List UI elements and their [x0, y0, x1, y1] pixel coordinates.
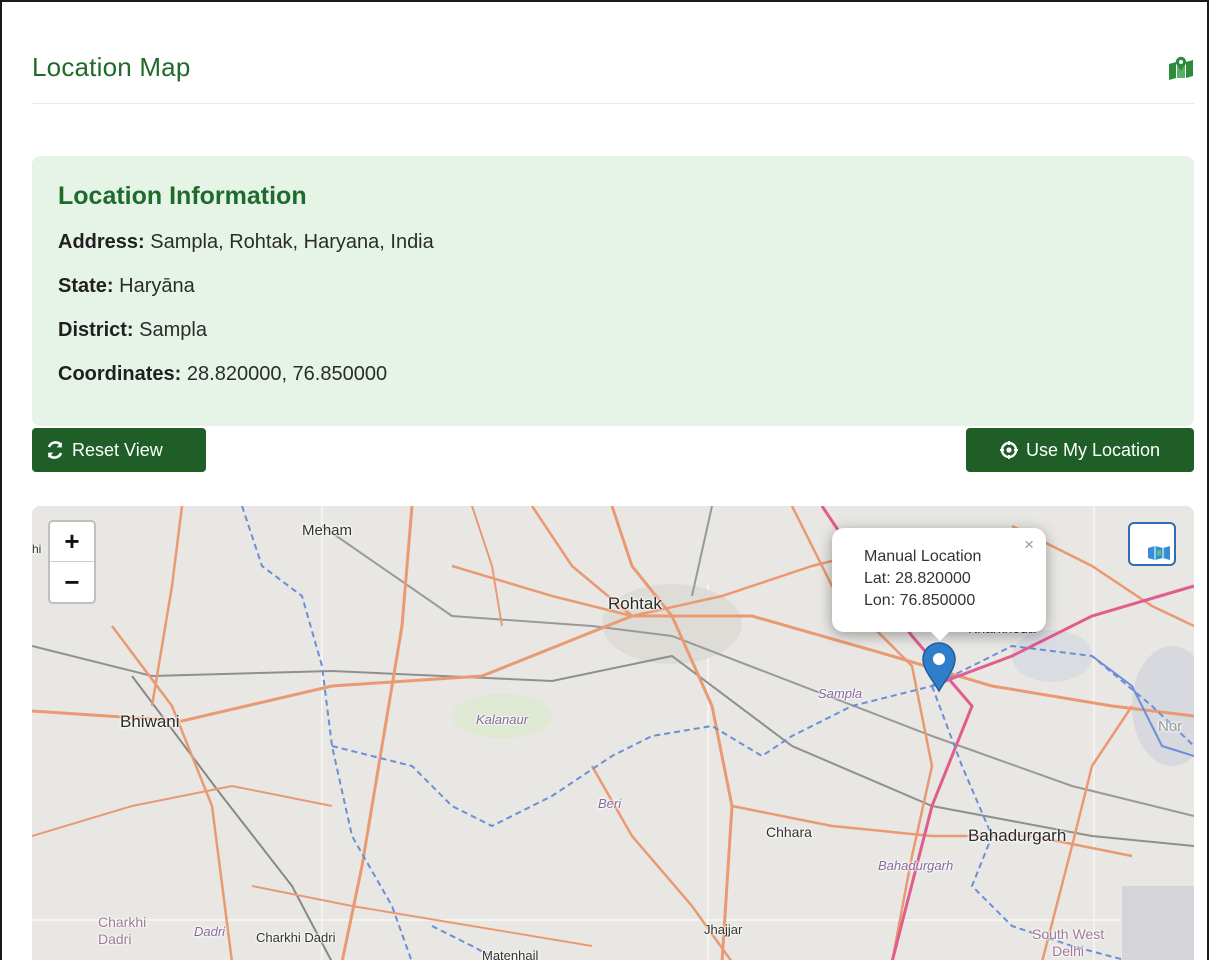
popup-lon: Lon: 76.850000 — [864, 592, 976, 609]
district-row: District: Sampla — [58, 317, 1168, 361]
reset-view-button[interactable]: Reset View — [32, 428, 206, 472]
location-info-panel: Location Information Address: Sampla, Ro… — [32, 156, 1194, 426]
place-bahadurgarh: Bahadurgarh — [968, 826, 1067, 845]
address-row: Address: Sampla, Rohtak, Haryana, India — [58, 229, 1168, 273]
zoom-in-button[interactable]: + — [50, 522, 94, 562]
district-label: District: — [58, 319, 134, 341]
place-chhara: Chhara — [766, 824, 812, 840]
location-info-title: Location Information — [58, 182, 307, 210]
popup-tip — [928, 629, 952, 641]
place-charkhi-dadri-district: Charkhi Dadri — [98, 914, 147, 947]
map-pin-icon[interactable] — [920, 642, 958, 692]
popup-title: Manual Location — [864, 548, 982, 565]
place-bahadurgarh-district: Bahadurgarh — [878, 858, 954, 873]
map-container[interactable]: Meham Rohtak Kharkhoda Sampla Bhiwani Ka… — [32, 506, 1194, 960]
popup-lat: Lat: 28.820000 — [864, 570, 971, 587]
map-layers-icon — [1148, 546, 1170, 560]
place-meham: Meham — [302, 522, 353, 539]
place-south-west-delhi: South West Delhi — [1032, 926, 1105, 959]
page-title: Location Map — [32, 52, 191, 82]
address-value: Sampla, Rohtak, Haryana, India — [150, 231, 434, 253]
crosshair-icon — [999, 441, 1018, 459]
place-dadri: Dadri — [194, 924, 226, 939]
place-kalanaur: Kalanaur — [476, 712, 529, 727]
app-frame: Location Map Location Information Addres… — [0, 0, 1209, 960]
marker-popup: × Manual Location Lat: 28.820000 Lon: 76… — [832, 528, 1046, 632]
place-beri: Beri — [598, 796, 622, 811]
popup-close-button[interactable]: × — [1024, 534, 1034, 556]
coordinates-label: Coordinates: — [58, 363, 182, 385]
place-jhajjar: Jhajjar — [704, 922, 743, 937]
district-value: Sampla — [139, 319, 207, 341]
place-charkhi-dadri: Charkhi Dadri — [256, 930, 336, 945]
map-location-icon — [1169, 56, 1193, 80]
place-hi: hi — [32, 542, 42, 556]
page-header: Location Map — [32, 32, 1194, 104]
use-my-location-label: Use My Location — [1025, 439, 1161, 460]
zoom-out-button[interactable]: − — [50, 562, 94, 602]
refresh-icon — [47, 441, 63, 459]
zoom-control: + − — [48, 520, 96, 604]
map-layers-button[interactable] — [1128, 522, 1176, 566]
place-nor: Nor — [1158, 718, 1183, 735]
state-value: Haryāna — [119, 275, 195, 297]
state-label: State: — [58, 275, 114, 297]
coordinates-value: 28.820000, 76.850000 — [186, 363, 388, 385]
place-sampla: Sampla — [818, 686, 863, 701]
place-matenhail: Matenhail — [482, 948, 539, 960]
use-my-location-button[interactable]: Use My Location — [966, 428, 1194, 472]
reset-view-label: Reset View — [72, 439, 163, 460]
state-row: State: Haryāna — [58, 273, 1168, 317]
address-label: Address: — [58, 231, 145, 253]
coordinates-row: Coordinates: 28.820000, 76.850000 — [58, 361, 1168, 405]
place-bhiwani: Bhiwani — [120, 712, 180, 731]
place-rohtak: Rohtak — [608, 594, 662, 613]
